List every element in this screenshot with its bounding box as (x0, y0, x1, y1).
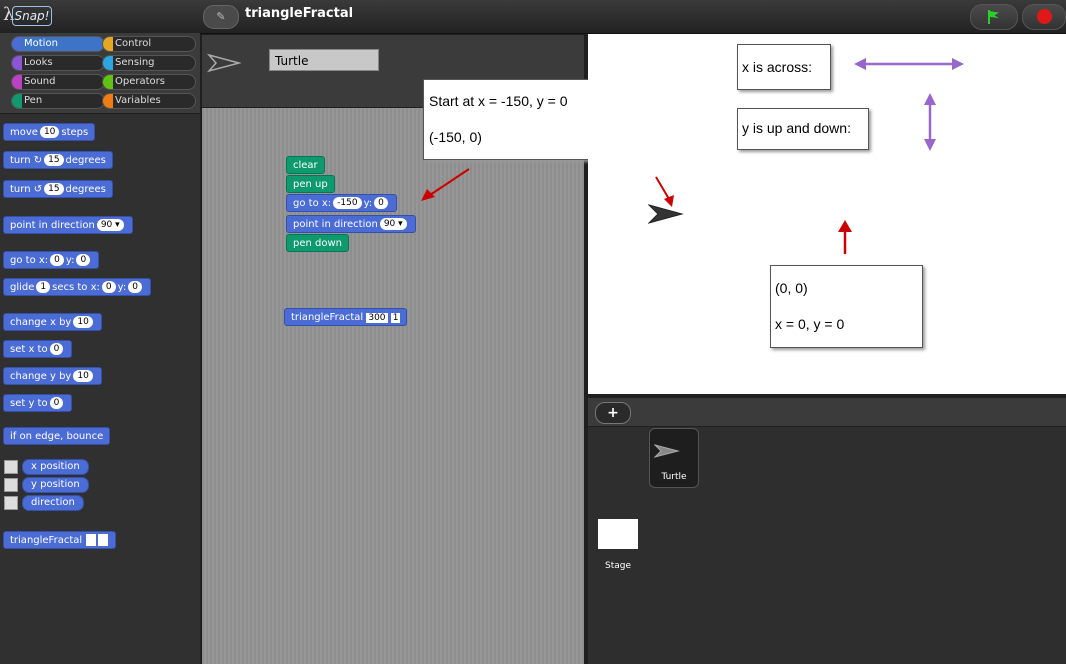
green-flag-button[interactable] (970, 4, 1018, 30)
turn-left-block[interactable]: turn ↺ 15 degrees (3, 180, 113, 198)
set-y-block[interactable]: set y to 0 (3, 394, 73, 412)
direction-checkbox[interactable] (4, 496, 18, 510)
logo-text: Snap! (12, 6, 52, 26)
glide-block[interactable]: glide 1 secs to x: 0 y: 0 (3, 278, 151, 296)
stop-sign-icon (1037, 9, 1052, 24)
y-position-checkbox[interactable] (4, 478, 18, 492)
stop-button[interactable] (1022, 4, 1066, 30)
category-pen[interactable]: Pen (11, 93, 105, 109)
point-in-direction-block[interactable]: point in direction 90 ▾ (3, 216, 133, 234)
red-arrow-icon (655, 176, 674, 207)
pencil-icon[interactable]: ✎ (203, 5, 239, 29)
custom-triangle-fractal-block[interactable]: triangleFractal (3, 531, 117, 549)
add-sprite-button[interactable]: + (595, 402, 631, 424)
category-motion[interactable]: Motion (11, 36, 105, 52)
scripting-area[interactable] (202, 108, 584, 664)
corral-bar (588, 398, 1066, 426)
red-arrow-icon (421, 168, 470, 201)
category-sound[interactable]: Sound (11, 74, 105, 90)
script-go-to-block[interactable]: go to x: -150 y: 0 (286, 194, 397, 212)
origin-note: (0, 0) x = 0, y = 0 (770, 265, 923, 348)
stage-label: Stage (604, 561, 631, 571)
direction-reporter[interactable]: direction (22, 495, 84, 511)
x-position-reporter[interactable]: x position (22, 459, 89, 475)
turtle-arrow-icon (654, 444, 680, 458)
x-position-checkbox[interactable] (4, 460, 18, 474)
pen-down-block[interactable]: pen down (286, 234, 349, 252)
top-bar (0, 0, 1066, 34)
category-operators[interactable]: Operators (102, 74, 196, 90)
change-y-block[interactable]: change y by 10 (3, 367, 102, 385)
pen-up-block[interactable]: pen up (286, 175, 335, 193)
go-to-xy-block[interactable]: go to x: 0 y: 0 (3, 251, 100, 269)
x-axis-note: x is across: (737, 44, 831, 90)
turtle-sprite-thumbnail[interactable]: Turtle (649, 428, 699, 488)
clear-block[interactable]: clear (286, 156, 325, 174)
y-position-reporter[interactable]: y position (22, 477, 89, 493)
sprite-name-field[interactable]: Turtle (269, 49, 379, 71)
vertical-arrow-icon (924, 93, 936, 151)
turn-right-block[interactable]: turn ↻ 15 degrees (3, 151, 113, 169)
script-point-direction-block[interactable]: point in direction 90 ▾ (286, 215, 416, 233)
project-title: triangleFractal (245, 6, 354, 21)
horizontal-arrow-icon (854, 58, 964, 70)
category-control[interactable]: Control (102, 36, 196, 52)
red-arrow-icon (838, 220, 852, 254)
category-variables[interactable]: Variables (102, 93, 196, 109)
category-sensing[interactable]: Sensing (102, 55, 196, 71)
bounce-block[interactable]: if on edge, bounce (3, 427, 111, 445)
turtle-arrow-icon (207, 53, 241, 73)
set-x-block[interactable]: set x to 0 (3, 340, 73, 358)
snap-logo[interactable]: λ Snap! (0, 0, 64, 33)
stage-thumbnail[interactable] (598, 519, 638, 549)
move-block[interactable]: move 10 steps (3, 123, 96, 141)
change-x-block[interactable]: change x by 10 (3, 313, 102, 331)
y-axis-note: y is up and down: (737, 108, 869, 150)
category-looks[interactable]: Looks (11, 55, 105, 71)
script-triangle-fractal-call[interactable]: triangleFractal 300 1 (284, 308, 408, 326)
category-selector: Motion Control Looks Sensing Sound Opera… (0, 33, 200, 113)
